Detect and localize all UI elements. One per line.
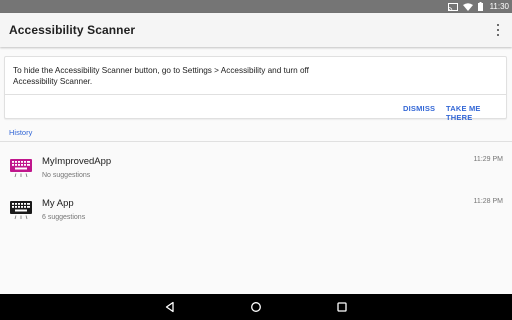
app-title: Accessibility Scanner [9, 23, 136, 37]
history-section-label: History [9, 128, 33, 137]
banner-message-line1: To hide the Accessibility Scanner button… [13, 66, 309, 75]
history-item-time: 11:28 PM [473, 198, 503, 205]
hide-button-banner: To hide the Accessibility Scanner button… [4, 56, 507, 122]
banner-message-line2: Accessibility Scanner. [13, 76, 93, 86]
back-icon[interactable] [164, 301, 176, 313]
cast-icon [447, 2, 458, 11]
history-divider [0, 141, 512, 142]
home-icon[interactable] [250, 301, 262, 313]
recents-icon[interactable] [336, 301, 348, 313]
history-item-name: MyImprovedApp [42, 156, 112, 167]
banner-message: To hide the Accessibility Scanner button… [13, 66, 373, 87]
overflow-menu-icon[interactable] [494, 24, 502, 36]
status-icons: 11:30 [447, 1, 509, 12]
history-item-time: 11:29 PM [473, 156, 503, 163]
dismiss-button[interactable]: DISMISS [403, 104, 435, 113]
navigation-bar [0, 294, 512, 320]
keyboard-icon [10, 159, 32, 178]
history-item-myimprovedapp[interactable]: MyImprovedApp No suggestions 11:29 PM [0, 149, 512, 189]
banner-divider [5, 94, 506, 95]
history-item-my-app[interactable]: My App 6 suggestions 11:28 PM [0, 191, 512, 231]
history-item-name: My App [42, 198, 74, 209]
history-item-subtitle: 6 suggestions [42, 214, 86, 221]
status-bar: 11:30 [0, 0, 512, 13]
history-item-subtitle: No suggestions [42, 172, 91, 179]
wifi-icon [462, 2, 473, 11]
status-time: 11:30 [489, 2, 509, 11]
battery-icon [477, 2, 483, 11]
take-me-there-button[interactable]: TAKE ME THERE [446, 104, 506, 122]
keyboard-icon [10, 201, 32, 220]
app-bar: Accessibility Scanner [0, 13, 512, 47]
